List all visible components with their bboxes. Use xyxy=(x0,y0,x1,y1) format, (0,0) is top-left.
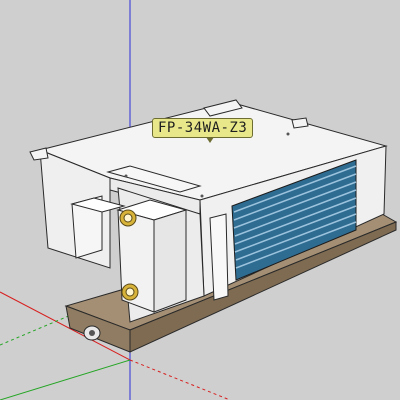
model-tag-pointer xyxy=(206,137,214,143)
model-viewport[interactable]: FP-34WA-Z3 xyxy=(0,0,400,400)
green-axis-solid xyxy=(0,359,131,400)
drain-outlet[interactable] xyxy=(83,325,101,341)
mounting-bracket-right[interactable] xyxy=(291,117,309,129)
viewport-canvas[interactable] xyxy=(0,0,400,400)
pipe-fitting-upper[interactable] xyxy=(119,209,137,227)
junction-box[interactable] xyxy=(70,195,126,259)
model-number-tag[interactable]: FP-34WA-Z3 xyxy=(152,118,254,138)
red-axis-dashed xyxy=(129,359,231,400)
mounting-bracket-left[interactable] xyxy=(29,147,49,161)
pipe-fitting-lower[interactable] xyxy=(121,283,139,301)
